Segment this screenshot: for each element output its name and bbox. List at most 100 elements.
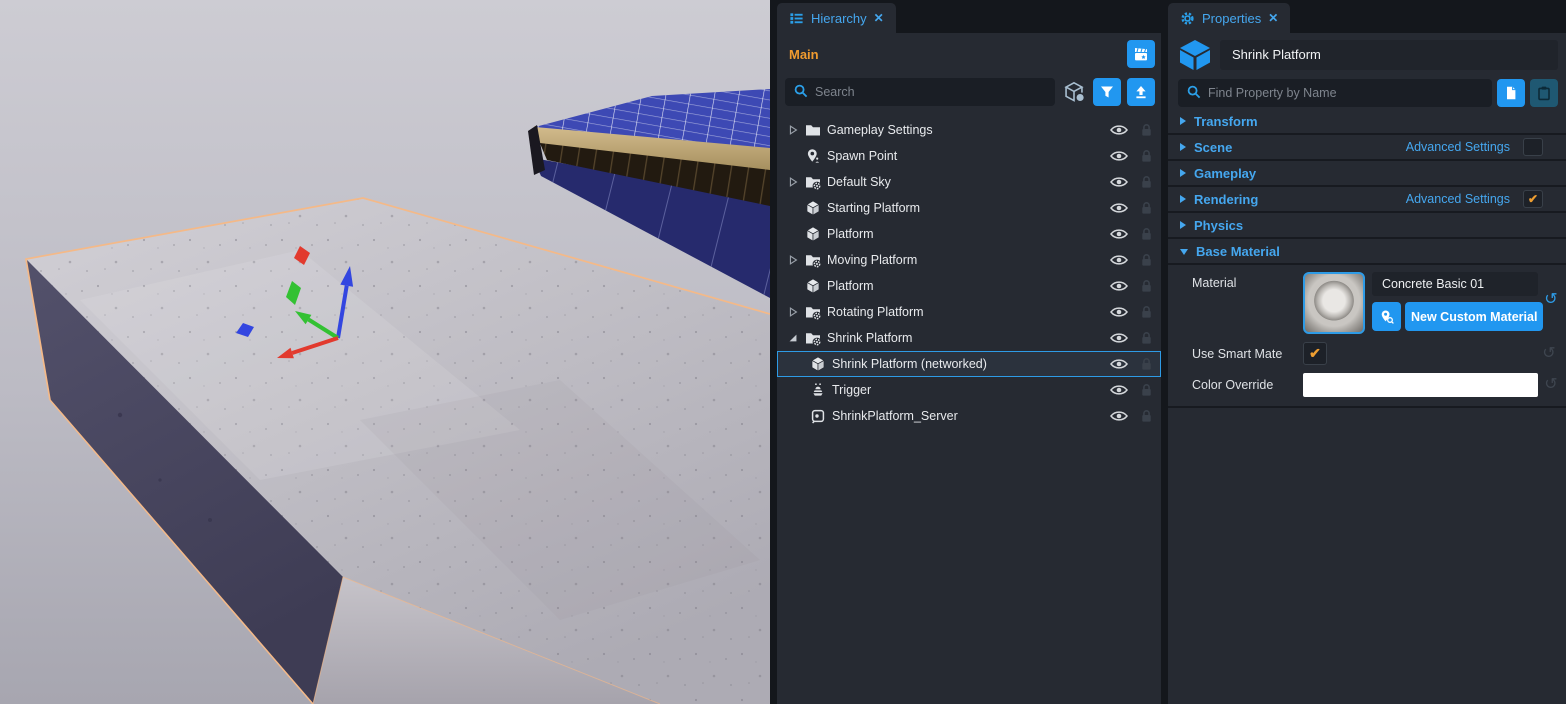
- viewport-3d[interactable]: [0, 0, 770, 704]
- asset-cube-icon[interactable]: [1061, 79, 1087, 105]
- section-scene[interactable]: Scene Advanced Settings: [1168, 135, 1566, 161]
- section-physics[interactable]: Physics: [1168, 213, 1566, 239]
- eye-visibility-icon[interactable]: [1110, 410, 1128, 422]
- tab-properties[interactable]: Properties ✕: [1168, 3, 1290, 33]
- lock-icon[interactable]: [1140, 383, 1153, 397]
- entity-name-field[interactable]: [1220, 40, 1558, 70]
- chevron-right-icon: [1180, 117, 1186, 125]
- filter-button[interactable]: [1093, 78, 1121, 106]
- capture-button[interactable]: [1127, 40, 1155, 68]
- close-icon[interactable]: ✕: [1268, 11, 1278, 25]
- tree-row-shrink-platform[interactable]: Shrink Platform: [777, 325, 1161, 351]
- section-title: Base Material: [1196, 244, 1280, 259]
- section-base-material[interactable]: Base Material: [1168, 239, 1566, 265]
- lock-icon[interactable]: [1140, 409, 1153, 423]
- tree-row-platform[interactable]: Platform: [777, 221, 1161, 247]
- reset-icon[interactable]: ↺: [1542, 377, 1560, 393]
- lock-icon[interactable]: [1140, 227, 1153, 241]
- eye-visibility-icon[interactable]: [1110, 384, 1128, 396]
- advanced-settings-label[interactable]: Advanced Settings: [1406, 192, 1510, 206]
- advanced-settings-checkbox[interactable]: [1523, 138, 1543, 156]
- lock-icon[interactable]: [1140, 175, 1153, 189]
- lock-icon[interactable]: [1140, 149, 1153, 163]
- hierarchy-body: Main: [777, 33, 1161, 704]
- advanced-settings-label[interactable]: Advanced Settings: [1406, 140, 1510, 154]
- tree-row-platform[interactable]: Platform: [777, 273, 1161, 299]
- eye-visibility-icon[interactable]: [1110, 202, 1128, 214]
- eye-visibility-icon[interactable]: [1110, 228, 1128, 240]
- tree-item-label: Rotating Platform: [827, 305, 1104, 319]
- property-search-input[interactable]: [1178, 79, 1492, 107]
- section-gameplay[interactable]: Gameplay: [1168, 161, 1566, 187]
- tree-item-label: Starting Platform: [827, 201, 1104, 215]
- eye-visibility-icon[interactable]: [1110, 280, 1128, 292]
- hierarchy-tabbar: Hierarchy ✕: [777, 0, 1161, 33]
- folder-gear-icon: [805, 304, 821, 320]
- eye-visibility-icon[interactable]: [1110, 254, 1128, 266]
- material-name-field[interactable]: Concrete Basic 01: [1372, 272, 1538, 296]
- tree-row-shrink-platform-networked[interactable]: Shrink Platform (networked): [777, 351, 1161, 377]
- section-title: Scene: [1194, 140, 1232, 155]
- hierarchy-header-row: Main: [777, 33, 1161, 75]
- cube-icon: [805, 226, 821, 242]
- dock-area: Hierarchy ✕ Main: [770, 0, 1566, 704]
- tree-row-default-sky[interactable]: Default Sky: [777, 169, 1161, 195]
- chevron-right-icon: [1180, 221, 1186, 229]
- use-smart-mate-checkbox[interactable]: ✔: [1303, 342, 1327, 365]
- spawn-point-icon: [805, 148, 821, 164]
- paste-properties-button[interactable]: [1530, 79, 1558, 107]
- tree-row-moving-platform[interactable]: Moving Platform: [777, 247, 1161, 273]
- eye-visibility-icon[interactable]: [1110, 124, 1128, 136]
- breadcrumb[interactable]: Main: [789, 47, 819, 62]
- lock-icon[interactable]: [1140, 253, 1153, 267]
- locate-material-button[interactable]: [1372, 302, 1401, 331]
- tree-item-label: Shrink Platform: [827, 331, 1104, 345]
- eye-visibility-icon[interactable]: [1110, 176, 1128, 188]
- tree-row-starting-platform[interactable]: Starting Platform: [777, 195, 1161, 221]
- lock-icon[interactable]: [1140, 331, 1153, 345]
- tree-item-label: Moving Platform: [827, 253, 1104, 267]
- material-label: Material: [1192, 272, 1303, 290]
- reset-icon[interactable]: ↺: [1540, 346, 1558, 362]
- tree-row-gameplay-settings[interactable]: Gameplay Settings: [777, 117, 1161, 143]
- eye-visibility-icon[interactable]: [1110, 306, 1128, 318]
- lock-icon[interactable]: [1140, 201, 1153, 215]
- use-smart-mate-label: Use Smart Mate: [1192, 347, 1303, 361]
- lock-icon[interactable]: [1140, 279, 1153, 293]
- tree-item-label: ShrinkPlatform_Server: [832, 409, 1104, 423]
- hierarchy-icon: [789, 11, 804, 26]
- tree-row-spawn-point[interactable]: Spawn Point: [777, 143, 1161, 169]
- eye-visibility-icon[interactable]: [1110, 358, 1128, 370]
- advanced-settings-checkbox[interactable]: ✔: [1523, 190, 1543, 208]
- tree-item-label: Platform: [827, 279, 1104, 293]
- expand-caret-icon[interactable]: [787, 175, 799, 189]
- collapse-caret-icon[interactable]: [787, 331, 799, 345]
- close-icon[interactable]: ✕: [874, 11, 884, 25]
- eye-visibility-icon[interactable]: [1110, 332, 1128, 344]
- folder-gear-icon: [805, 174, 821, 190]
- expand-caret-icon[interactable]: [787, 305, 799, 319]
- section-rendering[interactable]: Rendering Advanced Settings ✔: [1168, 187, 1566, 213]
- material-thumbnail[interactable]: [1303, 272, 1365, 334]
- lock-icon[interactable]: [1140, 123, 1153, 137]
- color-override-swatch[interactable]: [1303, 373, 1538, 397]
- expand-caret-icon[interactable]: [787, 123, 799, 137]
- new-custom-material-button[interactable]: New Custom Material: [1405, 302, 1543, 331]
- tree-row-trigger[interactable]: Trigger: [777, 377, 1161, 403]
- copy-properties-button[interactable]: [1497, 79, 1525, 107]
- pin-search-icon: [1379, 309, 1395, 325]
- reset-icon[interactable]: ↺: [1542, 272, 1560, 308]
- import-button[interactable]: [1127, 78, 1155, 106]
- section-title: Gameplay: [1194, 166, 1256, 181]
- tree-row-rotating-platform[interactable]: Rotating Platform: [777, 299, 1161, 325]
- cube-icon: [810, 356, 826, 372]
- hierarchy-search-input[interactable]: [785, 78, 1055, 106]
- lock-icon[interactable]: [1140, 357, 1153, 371]
- tree-item-label: Gameplay Settings: [827, 123, 1104, 137]
- eye-visibility-icon[interactable]: [1110, 150, 1128, 162]
- section-transform[interactable]: Transform: [1168, 109, 1566, 135]
- tree-row-shrinkplatform-server[interactable]: ShrinkPlatform_Server: [777, 403, 1161, 429]
- lock-icon[interactable]: [1140, 305, 1153, 319]
- tab-hierarchy[interactable]: Hierarchy ✕: [777, 3, 896, 33]
- expand-caret-icon[interactable]: [787, 253, 799, 267]
